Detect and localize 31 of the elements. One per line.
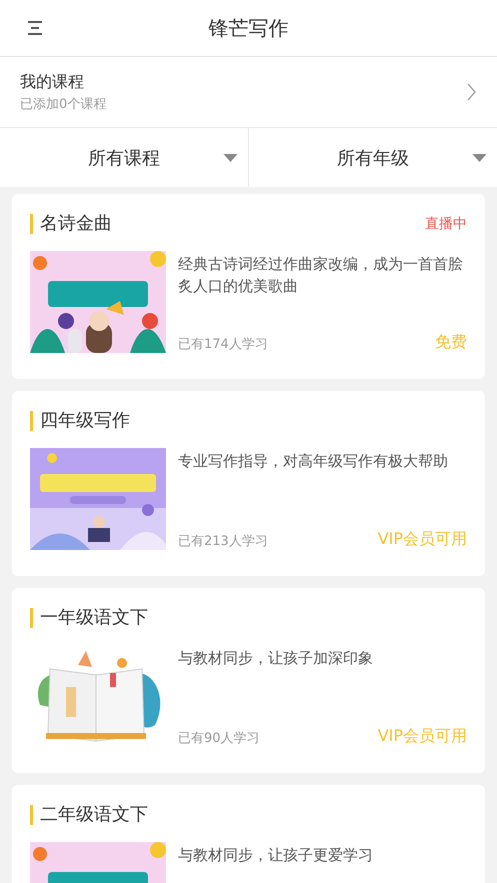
live-status: 直播中 (425, 215, 467, 233)
price-label: 免费 (435, 332, 467, 353)
course-description: 与教材同步，让孩子更爱学习 (178, 845, 374, 866)
filter-dropdown[interactable]: 所有年级 (248, 128, 497, 187)
course-description: 专业写作指导，对高年级写作有极大帮助 (178, 451, 449, 472)
filter-dropdown[interactable]: 所有课程 (0, 128, 248, 187)
learner-count: 已有90人学习 (178, 730, 260, 747)
course-title: 一年级语文下 (30, 608, 148, 628)
price-label: VIP会员可用 (378, 726, 467, 747)
course-count-text: 已添加0个课程 (20, 96, 106, 112)
price-label: VIP会员可用 (378, 529, 467, 550)
course-title: 名诗金曲 (30, 214, 112, 234)
page-title: 锋芒写作 (208, 14, 288, 42)
course-card[interactable]: 名诗金曲 直播中 经典古诗词经过作曲家改编，成为一首首脍炙人口的优美歌曲 已有174人学习 免费 (12, 194, 485, 379)
filter-label: 所有课程 (88, 146, 160, 170)
course-title: 二年级语文下 (30, 805, 148, 825)
course-card[interactable]: 二年级语文下 与教材同步，让孩子更爱学习 (12, 785, 485, 883)
course-description: 与教材同步，让孩子加深印象 (178, 648, 374, 669)
filter-label: 所有年级 (337, 146, 409, 170)
course-description: 经典古诗词经过作曲家改编，成为一首首脍炙人口的优美歌曲 (178, 254, 464, 297)
chevron-right-icon (466, 82, 477, 102)
my-courses-row[interactable]: 我的课程 已添加0个课程 (0, 57, 497, 128)
course-card[interactable]: 四年级写作 专业写作指导，对高年级写作有极大帮助 已有213人学习 VIP会员可用 (12, 391, 485, 576)
learner-count: 已有174人学习 (178, 336, 268, 353)
course-card[interactable]: 一年级语文下 与教材同步，让孩子加深印象 已有90人学习 VIP会员可用 (12, 588, 485, 773)
caret-icon (472, 154, 487, 162)
menu-icon[interactable] (26, 19, 44, 37)
my-courses-title: 我的课程 (20, 72, 85, 92)
learner-count: 已有213人学习 (178, 533, 268, 550)
caret-icon (223, 154, 238, 162)
course-title: 四年级写作 (30, 411, 130, 431)
